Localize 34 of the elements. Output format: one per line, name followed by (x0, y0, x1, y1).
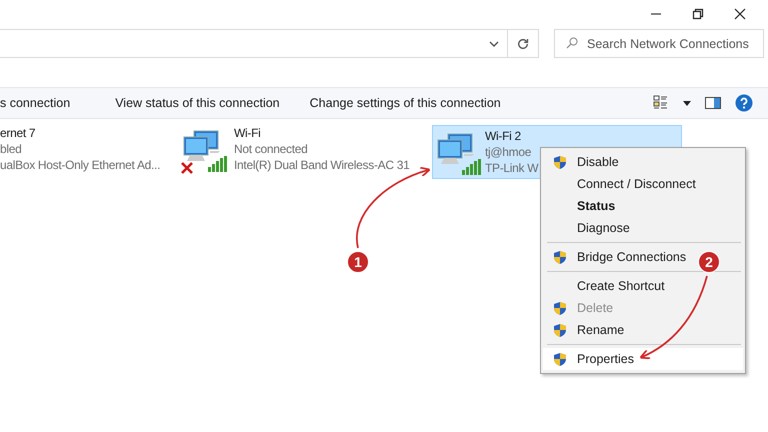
menu-item[interactable]: Rename (543, 319, 630, 341)
signal-bars-icon (461, 159, 483, 175)
connection-status: Not connected (234, 141, 308, 157)
command-button[interactable]: Change settings of this connection (294, 89, 516, 117)
menu-item[interactable]: Status (543, 195, 622, 217)
connection-device: TP-Link W (485, 160, 538, 176)
signal-bars-icon (207, 156, 229, 172)
menu-item[interactable]: Diagnose (543, 217, 636, 239)
search-icon (566, 37, 578, 49)
connection-name: ernet 7 (0, 125, 36, 141)
connection-status: tj@hmoe (485, 144, 532, 160)
close-icon[interactable] (734, 8, 746, 20)
menu-item[interactable]: Connect / Disconnect (543, 173, 702, 195)
menu-item[interactable]: Disable (543, 151, 625, 173)
help-icon[interactable] (735, 94, 753, 112)
menu-item[interactable]: Bridge Connections (543, 246, 692, 268)
command-button[interactable]: s connection (0, 89, 100, 117)
refresh-button[interactable] (508, 29, 539, 58)
connection-name: Wi-Fi 2 (485, 128, 521, 144)
restore-icon[interactable] (692, 8, 704, 20)
caret-icon[interactable] (683, 100, 691, 106)
refresh-icon (517, 38, 529, 50)
menu-item[interactable]: Create Shortcut (543, 275, 671, 297)
step-number-badge: 1 (347, 251, 369, 273)
chevron-down-icon[interactable] (489, 40, 499, 46)
connection-device: Intel(R) Dual Band Wireless-AC 31 (234, 157, 410, 173)
view-options-icon[interactable] (653, 95, 669, 111)
connection-status: bled (0, 141, 22, 157)
menu-item[interactable]: Properties (543, 348, 743, 370)
preview-pane-icon[interactable] (705, 97, 721, 109)
search-field[interactable]: Search Network Connections (554, 29, 764, 58)
connection-device: ualBox Host-Only Ethernet Ad... (0, 157, 160, 173)
connection-name: Wi-Fi (234, 125, 260, 141)
command-button[interactable]: View status of this connection (100, 89, 295, 117)
